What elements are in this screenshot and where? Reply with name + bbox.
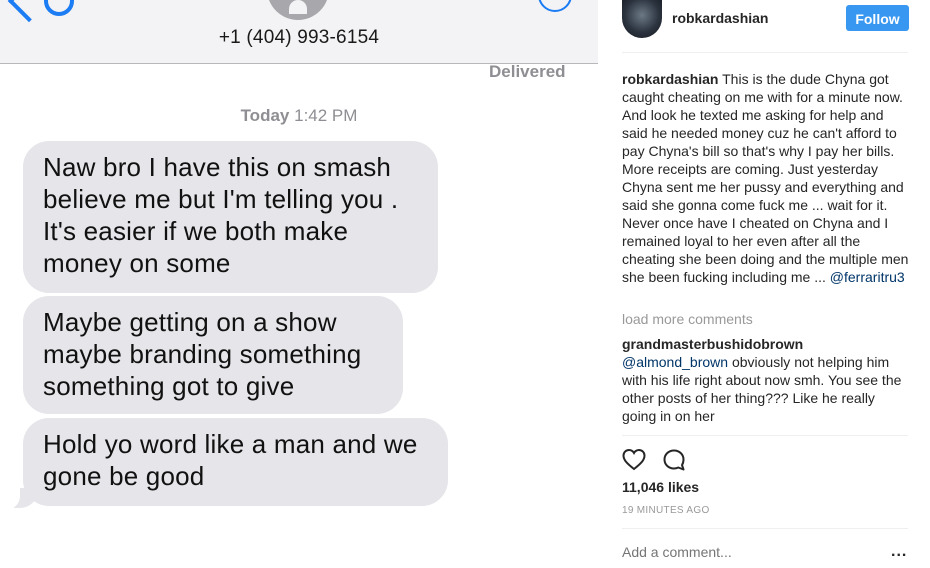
header-divider (622, 52, 908, 53)
message-header: +1 (404) 993-6154 (0, 0, 598, 64)
back-badge-icon[interactable] (44, 0, 74, 16)
message-bubble: Naw bro I have this on smash believe me … (23, 141, 438, 293)
timestamp-time: 1:42 PM (294, 106, 358, 125)
info-icon[interactable] (538, 0, 572, 12)
comment-username[interactable]: grandmasterbushidobrown (622, 336, 803, 352)
avatar[interactable] (622, 0, 662, 38)
instagram-post-panel: robkardashian Follow robkardashian This … (598, 0, 930, 568)
add-comment-input[interactable] (622, 544, 852, 560)
timestamp-day: Today (240, 106, 290, 125)
delivered-status: Delivered (489, 62, 566, 81)
comment-item: grandmasterbushidobrown @almond_brown ob… (622, 335, 912, 425)
comments-divider (622, 435, 908, 436)
message-bubble: Hold yo word like a man and we gone be g… (23, 418, 448, 506)
contact-phone-number[interactable]: +1 (404) 993-6154 (0, 27, 598, 49)
post-caption: robkardashian This is the dude Chyna got… (622, 70, 912, 286)
more-options-icon[interactable]: ... (891, 543, 907, 561)
caption-mention[interactable]: @ferraritru3 (830, 269, 905, 285)
comment-mention[interactable]: @almond_brown (622, 354, 728, 370)
contact-avatar-icon (267, 0, 329, 20)
comment-icon[interactable] (662, 448, 686, 472)
caption-username[interactable]: robkardashian (622, 71, 718, 87)
message-bubble: Maybe getting on a show maybe branding s… (23, 296, 403, 414)
message-timestamp: Today 1:42 PM (0, 106, 598, 126)
message-screenshot: +1 (404) 993-6154 Delivered Today 1:42 P… (0, 0, 598, 568)
footer-divider (622, 528, 908, 529)
post-time-ago: 19 MINUTES AGO (622, 505, 710, 516)
load-more-comments-link[interactable]: load more comments (622, 311, 753, 327)
caption-text: This is the dude Chyna got caught cheati… (622, 71, 909, 285)
heart-icon[interactable] (622, 448, 646, 472)
follow-button[interactable]: Follow (846, 5, 909, 31)
likes-count[interactable]: 11,046 likes (622, 479, 699, 495)
post-username[interactable]: robkardashian (672, 10, 768, 26)
